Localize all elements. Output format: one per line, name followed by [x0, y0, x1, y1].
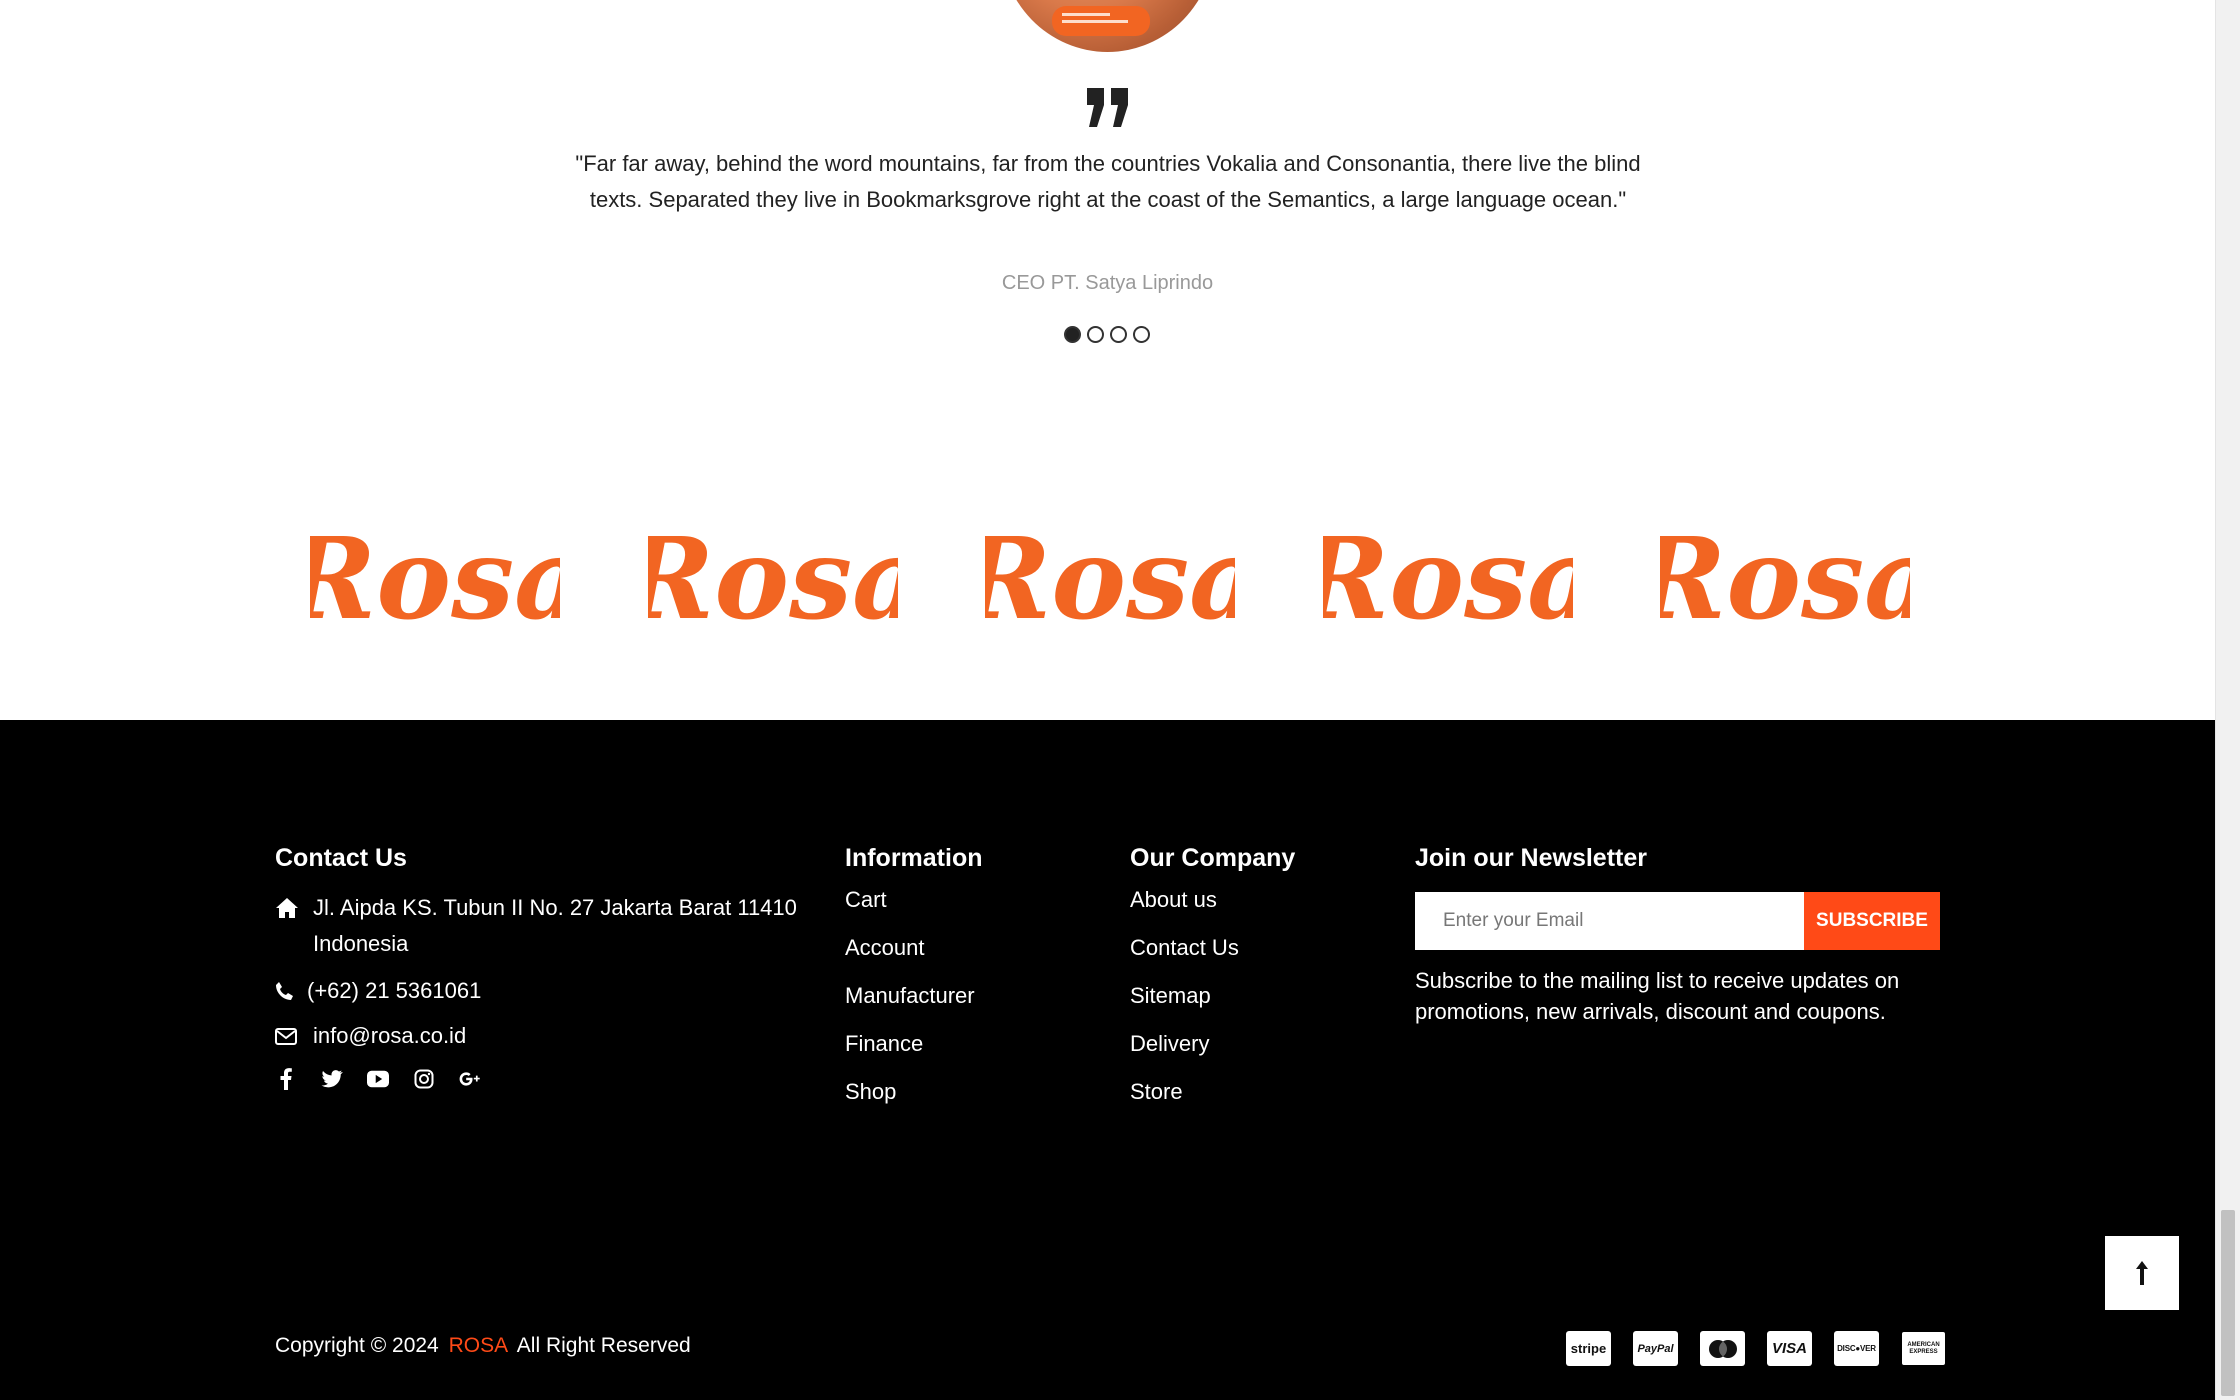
information-title: Information — [845, 844, 983, 872]
discover-icon: DISC●VER — [1834, 1331, 1879, 1366]
back-to-top-button[interactable] — [2105, 1236, 2179, 1310]
svg-text:Rosa: Rosa — [310, 514, 560, 640]
arrow-up-icon — [2136, 1261, 2148, 1285]
carousel-dot-2[interactable] — [1087, 326, 1104, 343]
instagram-icon[interactable] — [413, 1068, 435, 1090]
footer-link-manufacturer[interactable]: Manufacturer — [845, 984, 975, 1032]
subscribe-button[interactable]: SUBSCRIBE — [1804, 892, 1940, 950]
google-plus-icon[interactable] — [459, 1068, 481, 1090]
copyright: Copyright © 2024 ROSA All Right Reserved — [275, 1334, 691, 1358]
scrollbar-thumb[interactable] — [2221, 1210, 2235, 1396]
contact-address: Jl. Aipda KS. Tubun II No. 27 Jakarta Ba… — [275, 890, 815, 962]
contact-phone: (+62) 21 5361061 — [275, 973, 481, 1009]
testimonial-author: CEO PT. Satya Liprindo — [1001, 272, 1214, 294]
avatar-badge-text — [1062, 20, 1128, 23]
brand-logo[interactable]: Rosa — [955, 500, 1261, 645]
svg-text:Rosa: Rosa — [1660, 514, 1910, 640]
newsletter-description: Subscribe to the mailing list to receive… — [1415, 968, 1900, 1024]
home-icon — [275, 890, 301, 926]
mastercard-icon — [1700, 1331, 1745, 1366]
social-links — [275, 1068, 481, 1090]
brand-logos: Rosa Rosa Rosa Rosa Rosa — [280, 500, 1936, 645]
information-links: Cart Account Manufacturer Finance Shop — [845, 888, 975, 1128]
payment-methods: stripe PayPal VISA DISC●VER AMERICAN EXP… — [1566, 1331, 1946, 1366]
company-title: Our Company — [1130, 844, 1296, 872]
avatar-badge-text — [1062, 13, 1110, 16]
footer-link-about-us[interactable]: About us — [1130, 888, 1239, 936]
stripe-icon: stripe — [1566, 1331, 1611, 1366]
company-links: About us Contact Us Sitemap Delivery Sto… — [1130, 888, 1239, 1128]
quote-icon — [1087, 88, 1128, 127]
newsletter-title: Join our Newsletter — [1415, 844, 1647, 872]
email-text[interactable]: info@rosa.co.id — [313, 1018, 466, 1054]
address-text: Jl. Aipda KS. Tubun II No. 27 Jakarta Ba… — [313, 895, 797, 956]
visa-icon: VISA — [1767, 1331, 1812, 1366]
page-scrollbar[interactable] — [2215, 0, 2240, 1400]
facebook-icon[interactable] — [275, 1068, 297, 1090]
testimonial-quote: "Far far away, behind the word mountains… — [575, 151, 1641, 212]
carousel-dot-1[interactable] — [1064, 326, 1081, 343]
svg-text:Rosa: Rosa — [985, 514, 1235, 640]
brand-logo[interactable]: Rosa — [1630, 500, 1936, 645]
carousel-dot-4[interactable] — [1133, 326, 1150, 343]
brand-logo[interactable]: Rosa — [280, 500, 586, 645]
copyright-prefix: Copyright © 2024 — [275, 1334, 439, 1357]
testimonial-avatar — [1000, 0, 1215, 52]
brand-logo[interactable]: Rosa — [1293, 500, 1599, 645]
footer-link-store[interactable]: Store — [1130, 1080, 1239, 1128]
copyright-suffix: All Right Reserved — [516, 1334, 691, 1357]
brand-logo[interactable]: Rosa — [618, 500, 924, 645]
carousel-dot-3[interactable] — [1110, 326, 1127, 343]
phone-icon — [275, 973, 293, 1009]
envelope-icon — [275, 1018, 301, 1054]
footer-link-finance[interactable]: Finance — [845, 1032, 975, 1080]
copyright-brand-link[interactable]: ROSA — [449, 1334, 509, 1357]
svg-text:Rosa: Rosa — [648, 514, 898, 640]
youtube-icon[interactable] — [367, 1068, 389, 1090]
paypal-icon: PayPal — [1633, 1331, 1678, 1366]
footer-link-contact-us[interactable]: Contact Us — [1130, 936, 1239, 984]
phone-text[interactable]: (+62) 21 5361061 — [307, 973, 481, 1009]
footer-link-account[interactable]: Account — [845, 936, 975, 984]
amex-icon: AMERICAN EXPRESS — [1901, 1331, 1946, 1366]
testimonial-section: "Far far away, behind the word mountains… — [0, 0, 2215, 720]
footer-link-shop[interactable]: Shop — [845, 1080, 975, 1128]
svg-text:Rosa: Rosa — [1323, 514, 1573, 640]
footer-link-cart[interactable]: Cart — [845, 888, 975, 936]
contact-email: info@rosa.co.id — [275, 1018, 466, 1054]
twitter-icon[interactable] — [321, 1068, 343, 1090]
newsletter-email-input[interactable] — [1415, 892, 1805, 950]
contact-title: Contact Us — [275, 844, 407, 872]
carousel-dots — [1064, 326, 1150, 343]
footer-link-sitemap[interactable]: Sitemap — [1130, 984, 1239, 1032]
footer-link-delivery[interactable]: Delivery — [1130, 1032, 1239, 1080]
site-footer: Contact Us Jl. Aipda KS. Tubun II No. 27… — [0, 720, 2215, 1400]
